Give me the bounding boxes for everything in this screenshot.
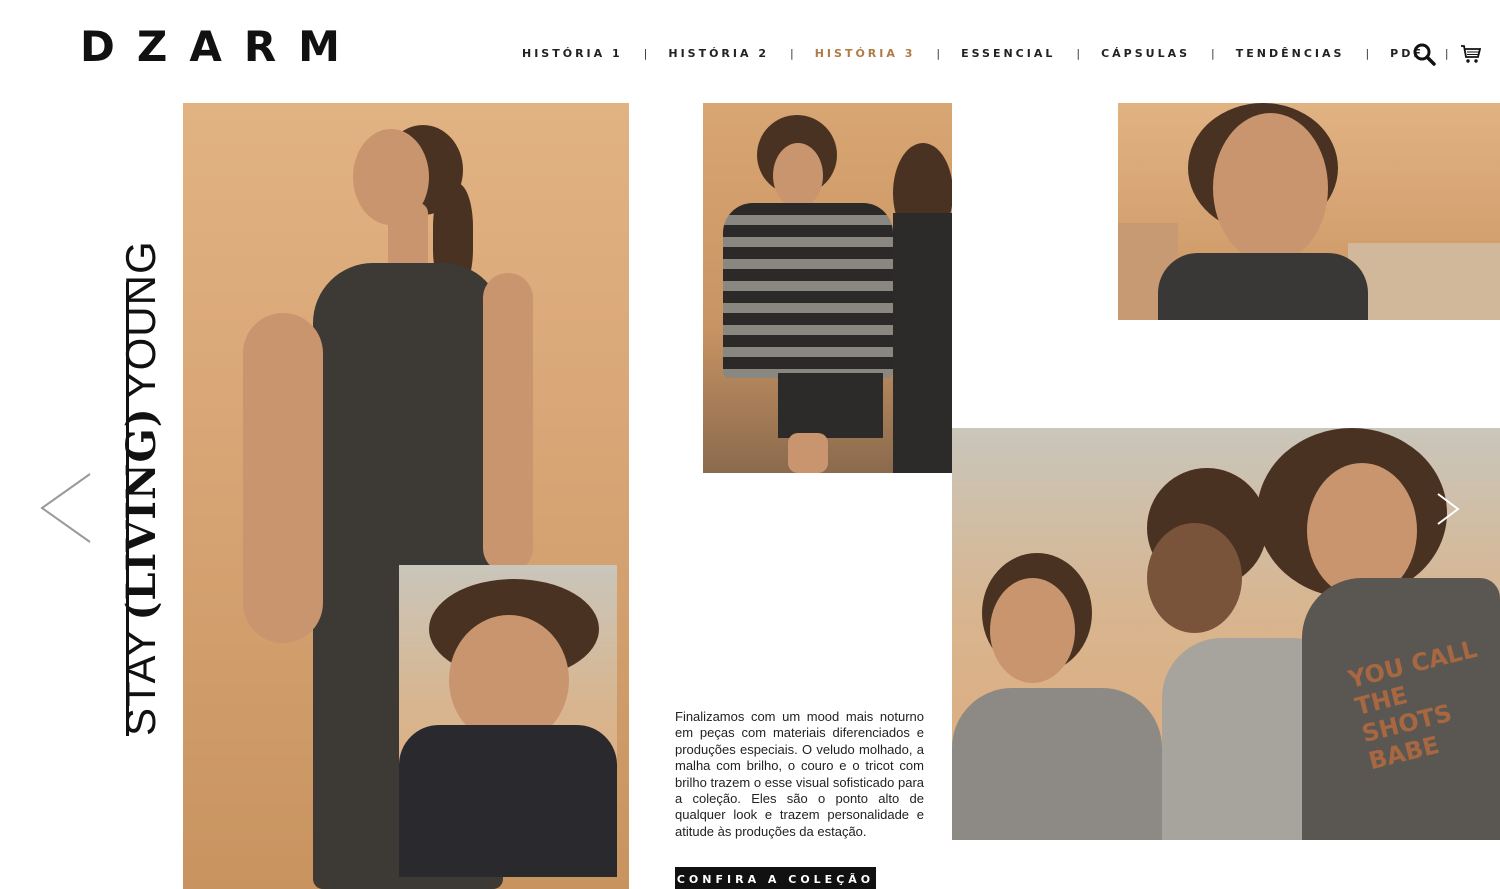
nav-item-capsulas[interactable]: CÁPSULAS (1101, 47, 1190, 60)
nav-separator: | (1365, 47, 1370, 60)
chevron-right-icon[interactable] (1436, 492, 1460, 531)
hero-title-part-1: STAY (117, 628, 164, 736)
search-icon[interactable] (1412, 42, 1436, 71)
photo-model-portrait (1118, 103, 1500, 320)
nav-separator: | (1211, 47, 1215, 60)
nav-item-tendencias[interactable]: TENDÊNCIAS (1236, 47, 1345, 60)
nav-separator: | (643, 47, 648, 60)
nav-separator: | (1076, 47, 1081, 60)
cart-icon[interactable] (1460, 44, 1482, 69)
shop-collection-button[interactable]: CONFIRA A COLEÇÃO (675, 867, 876, 889)
main-nav: HISTÓRIA 1 | HISTÓRIA 2 | HISTÓRIA 3 | E… (522, 47, 1470, 60)
nav-item-essencial[interactable]: ESSENCIAL (961, 47, 1055, 60)
brand-logo[interactable]: DZARM (80, 26, 362, 68)
nav-separator: | (1444, 47, 1449, 60)
hero-title-part-2: (LIVING) (118, 407, 165, 621)
hero-title-part-3: YOUNG (117, 240, 164, 400)
story-description: Finalizamos com um mood mais noturno em … (675, 709, 924, 839)
photo-model-closeup (399, 565, 617, 877)
nav-item-historia-2[interactable]: HISTÓRIA 2 (668, 47, 769, 60)
nav-separator: | (790, 47, 794, 60)
photo-three-models: YOU CALL THE SHOTS BABE (952, 428, 1500, 840)
nav-separator: | (936, 47, 941, 60)
nav-item-historia-3[interactable]: HISTÓRIA 3 (815, 47, 916, 60)
nav-item-historia-1[interactable]: HISTÓRIA 1 (522, 47, 623, 60)
photo-two-models-stripes (703, 103, 952, 473)
